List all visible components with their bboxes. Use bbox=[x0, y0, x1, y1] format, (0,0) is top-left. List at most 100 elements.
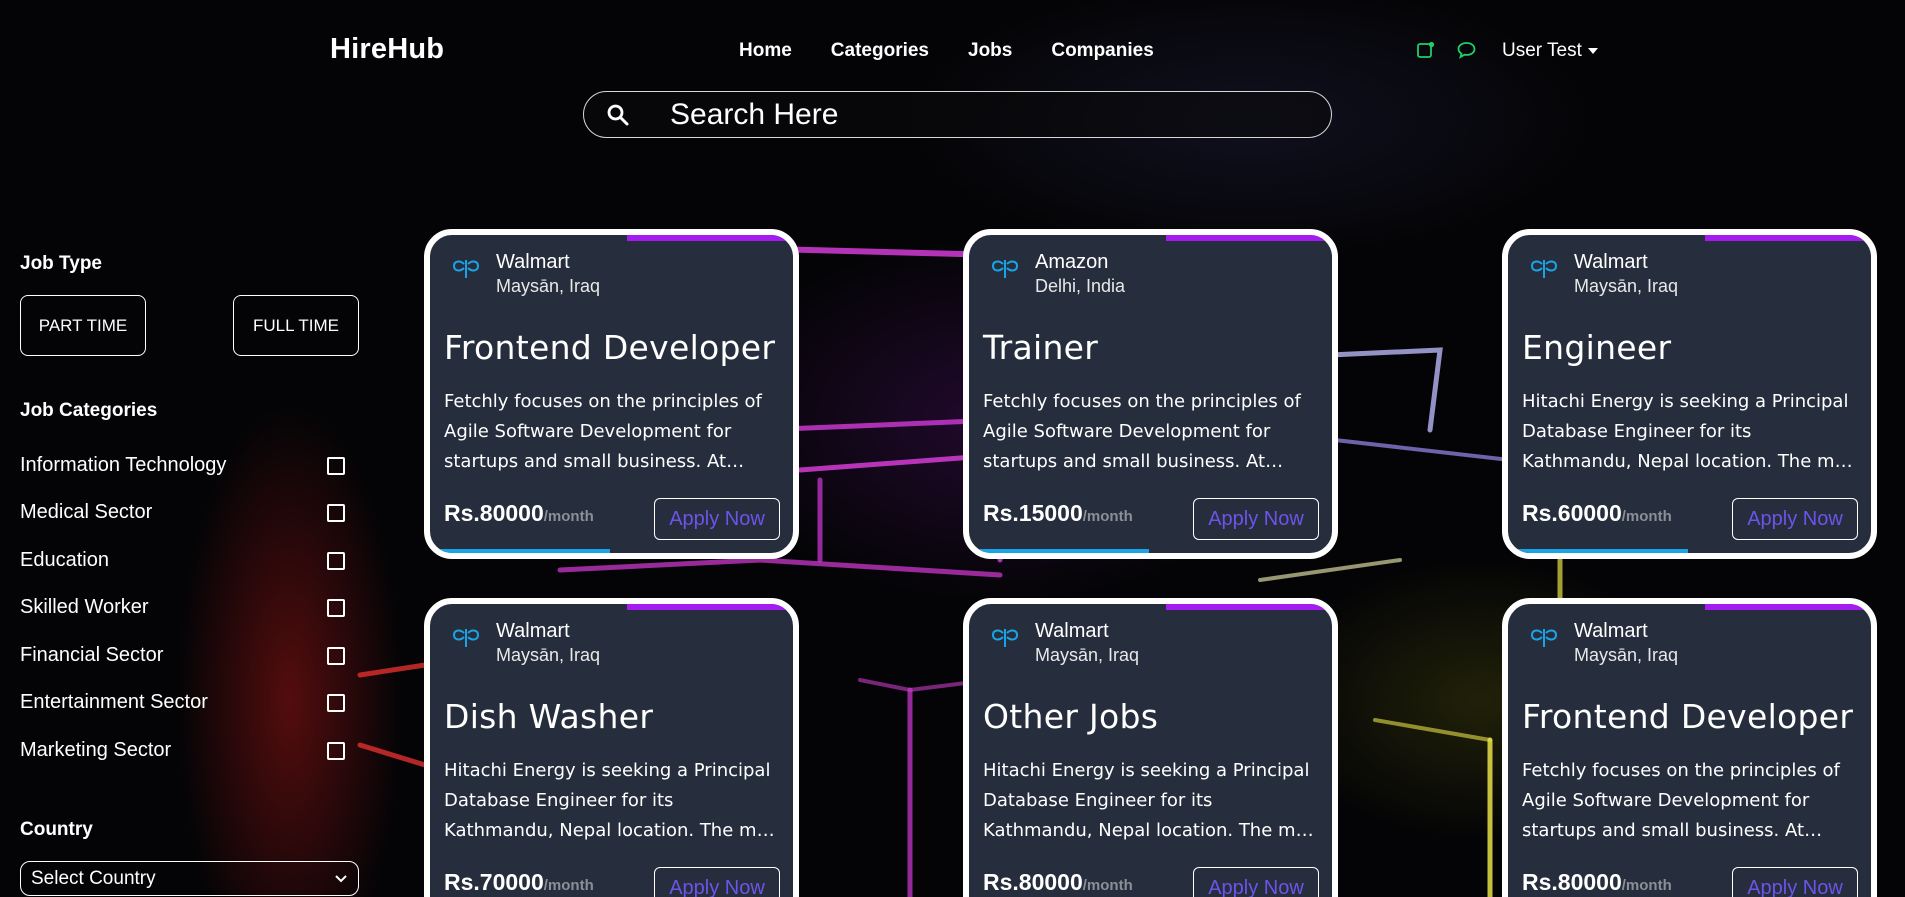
category-medical[interactable]: Medical Sector bbox=[20, 501, 346, 524]
category-checkbox[interactable] bbox=[327, 551, 345, 570]
category-education[interactable]: Education bbox=[20, 549, 346, 572]
category-checkbox[interactable] bbox=[327, 646, 345, 665]
apply-now-button[interactable]: Apply Now bbox=[1193, 498, 1319, 540]
company-location: Delhi, India bbox=[1035, 276, 1126, 296]
company-name: Walmart bbox=[496, 620, 570, 642]
apply-now-button[interactable]: Apply Now bbox=[654, 498, 780, 540]
category-label: Skilled Worker bbox=[20, 596, 149, 618]
job-salary: Rs.80000/month bbox=[1522, 869, 1672, 896]
category-checkbox[interactable] bbox=[327, 741, 345, 760]
salary-period: /month bbox=[1082, 877, 1133, 894]
category-checkbox[interactable] bbox=[327, 503, 345, 522]
category-skilled-worker[interactable]: Skilled Worker bbox=[20, 596, 346, 619]
company-name: Walmart bbox=[1574, 620, 1648, 642]
salary-period: /month bbox=[1621, 877, 1672, 894]
salary-amount: Rs.80000 bbox=[1522, 869, 1622, 895]
job-categories-heading: Job Categories bbox=[20, 400, 158, 421]
full-time-button[interactable]: FULL TIME bbox=[233, 295, 359, 356]
company-name: Amazon bbox=[1035, 251, 1109, 273]
country-heading: Country bbox=[20, 819, 93, 840]
apply-now-button[interactable]: Apply Now bbox=[1193, 867, 1319, 897]
job-description: Fetchly focuses on the principles of Agi… bbox=[1522, 760, 1840, 841]
nav-jobs[interactable]: Jobs bbox=[968, 40, 1012, 62]
apply-now-button[interactable]: Apply Now bbox=[1732, 867, 1858, 897]
company-location: Maysān, Iraq bbox=[1574, 276, 1679, 296]
company-logo-icon bbox=[450, 623, 482, 651]
part-time-button[interactable]: PART TIME bbox=[20, 295, 146, 356]
category-checkbox[interactable] bbox=[327, 456, 345, 475]
search-input[interactable] bbox=[670, 97, 1270, 132]
notification-icon[interactable] bbox=[1416, 40, 1436, 60]
job-salary: Rs.70000/month bbox=[444, 869, 594, 896]
category-label: Entertainment Sector bbox=[20, 691, 208, 713]
category-financial[interactable]: Financial Sector bbox=[20, 644, 346, 667]
company-logo-icon bbox=[1528, 623, 1560, 651]
job-title: Other Jobs bbox=[983, 697, 1159, 736]
company-name: Walmart bbox=[1574, 251, 1648, 273]
salary-period: /month bbox=[543, 508, 594, 525]
job-type-heading: Job Type bbox=[20, 253, 102, 274]
company-logo-icon bbox=[450, 254, 482, 282]
search-icon[interactable] bbox=[606, 103, 630, 127]
job-card[interactable]: Walmart Maysān, Iraq Other Jobs Hitachi … bbox=[963, 598, 1338, 897]
salary-period: /month bbox=[543, 877, 594, 894]
salary-amount: Rs.15000 bbox=[983, 500, 1083, 526]
job-title: Engineer bbox=[1522, 328, 1672, 367]
nav-categories[interactable]: Categories bbox=[831, 40, 929, 62]
salary-period: /month bbox=[1621, 508, 1672, 525]
apply-now-button[interactable]: Apply Now bbox=[654, 867, 780, 897]
job-description: Hitachi Energy is seeking a Principal Da… bbox=[1522, 391, 1862, 472]
job-description: Fetchly focuses on the principles of Agi… bbox=[983, 391, 1301, 472]
job-description: Hitachi Energy is seeking a Principal Da… bbox=[983, 760, 1323, 841]
salary-amount: Rs.60000 bbox=[1522, 500, 1622, 526]
company-logo-icon bbox=[989, 623, 1021, 651]
company-location: Maysān, Iraq bbox=[496, 276, 601, 296]
job-title: Frontend Developer bbox=[1522, 697, 1854, 736]
user-menu[interactable]: User Test bbox=[1502, 40, 1598, 62]
category-checkbox[interactable] bbox=[327, 598, 345, 617]
salary-period: /month bbox=[1082, 508, 1133, 525]
salary-amount: Rs.70000 bbox=[444, 869, 544, 895]
company-location: Maysān, Iraq bbox=[1574, 645, 1679, 665]
header-icons bbox=[1416, 40, 1477, 60]
chevron-down-icon bbox=[335, 874, 347, 882]
category-it[interactable]: Information Technology bbox=[20, 454, 346, 477]
main-nav: Home Categories Jobs Companies bbox=[739, 40, 1193, 62]
company-location: Maysān, Iraq bbox=[496, 645, 601, 665]
company-name: Walmart bbox=[1035, 620, 1109, 642]
job-title: Trainer bbox=[983, 328, 1099, 367]
salary-amount: Rs.80000 bbox=[983, 869, 1083, 895]
category-checkbox[interactable] bbox=[327, 693, 345, 712]
job-salary: Rs.60000/month bbox=[1522, 500, 1672, 527]
company-logo-icon bbox=[1528, 254, 1560, 282]
job-description: Hitachi Energy is seeking a Principal Da… bbox=[444, 760, 784, 841]
job-card[interactable]: Walmart Maysān, Iraq Dish Washer Hitachi… bbox=[424, 598, 799, 897]
nav-companies[interactable]: Companies bbox=[1051, 40, 1153, 62]
job-title: Dish Washer bbox=[444, 697, 654, 736]
company-location: Maysān, Iraq bbox=[1035, 645, 1140, 665]
job-card[interactable]: Walmart Maysān, Iraq Frontend Developer … bbox=[1502, 598, 1877, 897]
country-select[interactable]: Select Country bbox=[20, 861, 359, 896]
category-marketing[interactable]: Marketing Sector bbox=[20, 739, 346, 762]
chat-icon[interactable] bbox=[1456, 40, 1477, 60]
company-name: Walmart bbox=[496, 251, 570, 273]
job-salary: Rs.80000/month bbox=[983, 869, 1133, 896]
apply-now-button[interactable]: Apply Now bbox=[1732, 498, 1858, 540]
category-label: Education bbox=[20, 549, 109, 571]
job-salary: Rs.15000/month bbox=[983, 500, 1133, 527]
category-entertainment[interactable]: Entertainment Sector bbox=[20, 691, 346, 714]
nav-home[interactable]: Home bbox=[739, 40, 792, 62]
category-label: Financial Sector bbox=[20, 644, 164, 666]
job-salary: Rs.80000/month bbox=[444, 500, 594, 527]
user-name: User Test bbox=[1502, 40, 1582, 61]
job-card[interactable]: Walmart Maysān, Iraq Frontend Developer … bbox=[424, 229, 799, 559]
job-card[interactable]: Amazon Delhi, India Trainer Fetchly focu… bbox=[963, 229, 1338, 559]
category-label: Medical Sector bbox=[20, 501, 153, 523]
search-bar bbox=[583, 91, 1332, 138]
category-label: Information Technology bbox=[20, 454, 227, 476]
job-description: Fetchly focuses on the principles of Agi… bbox=[444, 391, 762, 472]
brand-logo[interactable]: HireHub bbox=[330, 33, 444, 66]
job-card[interactable]: Walmart Maysān, Iraq Engineer Hitachi En… bbox=[1502, 229, 1877, 559]
category-label: Marketing Sector bbox=[20, 739, 172, 761]
country-select-value: Select Country bbox=[31, 867, 156, 889]
